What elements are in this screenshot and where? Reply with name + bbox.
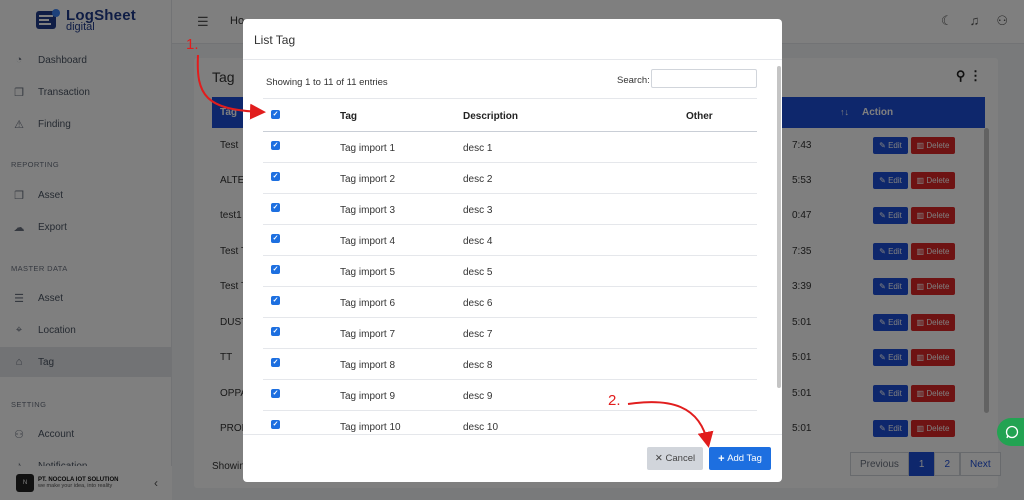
row-checkbox[interactable]: ✓ (271, 389, 280, 398)
table-row: ✓ Tag import 8 desc 8 (263, 349, 757, 380)
cell-description: desc 7 (463, 329, 493, 340)
cell-tag: Tag import 1 (340, 143, 396, 154)
whatsapp-button[interactable] (997, 418, 1024, 446)
table-header: ✓ Tag Description Other (263, 98, 757, 132)
table-row: ✓ Tag import 5 desc 5 (263, 256, 757, 287)
annotation-step-1: 1. (186, 36, 199, 53)
whatsapp-icon (1005, 425, 1019, 439)
column-header-tag: Tag (340, 111, 358, 122)
row-checkbox[interactable]: ✓ (271, 172, 280, 181)
cell-description: desc 5 (463, 267, 493, 278)
cell-tag: Tag import 3 (340, 205, 396, 216)
divider (243, 59, 782, 60)
cell-description: desc 4 (463, 236, 493, 247)
cell-tag: Tag import 7 (340, 329, 396, 340)
cell-description: desc 1 (463, 143, 493, 154)
search-input[interactable] (651, 69, 757, 88)
table-row: ✓ Tag import 10 desc 10 (263, 411, 757, 434)
divider (243, 434, 782, 435)
cell-description: desc 9 (463, 391, 493, 402)
row-checkbox[interactable]: ✓ (271, 141, 280, 150)
cell-description: desc 3 (463, 205, 493, 216)
cancel-label: Cancel (665, 453, 696, 464)
annotation-step-2: 2. (608, 392, 621, 409)
cell-description: desc 6 (463, 298, 493, 309)
row-checkbox[interactable]: ✓ (271, 203, 280, 212)
table-row: ✓ Tag import 6 desc 6 (263, 287, 757, 318)
row-checkbox[interactable]: ✓ (271, 358, 280, 367)
row-checkbox[interactable]: ✓ (271, 420, 280, 429)
table-row: ✓ Tag import 3 desc 3 (263, 194, 757, 225)
tag-table: ✓ Tag Description Other ✓ Tag import 1 d… (263, 98, 757, 434)
close-icon: ✕ (654, 453, 663, 464)
plus-icon: + (718, 452, 725, 465)
table-row: ✓ Tag import 2 desc 2 (263, 163, 757, 194)
cell-description: desc 2 (463, 174, 493, 185)
table-row: ✓ Tag import 1 desc 1 (263, 132, 757, 163)
row-checkbox[interactable]: ✓ (271, 234, 280, 243)
column-header-description: Description (463, 111, 519, 122)
select-all-checkbox[interactable]: ✓ (271, 110, 280, 119)
row-checkbox[interactable]: ✓ (271, 296, 280, 305)
cell-description: desc 10 (463, 422, 499, 433)
cell-tag: Tag import 6 (340, 298, 396, 309)
cell-tag: Tag import 2 (340, 174, 396, 185)
table-row: ✓ Tag import 4 desc 4 (263, 225, 757, 256)
cell-tag: Tag import 10 (340, 422, 401, 433)
cell-description: desc 8 (463, 360, 493, 371)
table-row: ✓ Tag import 9 desc 9 (263, 380, 757, 411)
cell-tag: Tag import 5 (340, 267, 396, 278)
cancel-button[interactable]: ✕ Cancel (647, 447, 703, 470)
modal-title: List Tag (254, 33, 296, 47)
add-tag-label: Add Tag (727, 453, 762, 464)
cell-tag: Tag import 8 (340, 360, 396, 371)
table-row: ✓ Tag import 7 desc 7 (263, 318, 757, 349)
cell-tag: Tag import 4 (340, 236, 396, 247)
column-header-other: Other (686, 111, 713, 122)
row-checkbox[interactable]: ✓ (271, 265, 280, 274)
cell-tag: Tag import 9 (340, 391, 396, 402)
entries-info: Showing 1 to 11 of 11 entries (266, 77, 388, 88)
list-tag-modal: List Tag Showing 1 to 11 of 11 entries S… (243, 19, 782, 482)
row-checkbox[interactable]: ✓ (271, 327, 280, 336)
add-tag-button[interactable]: + Add Tag (709, 447, 771, 470)
search-label: Search: (617, 75, 650, 86)
modal-scrollbar[interactable] (777, 66, 781, 388)
